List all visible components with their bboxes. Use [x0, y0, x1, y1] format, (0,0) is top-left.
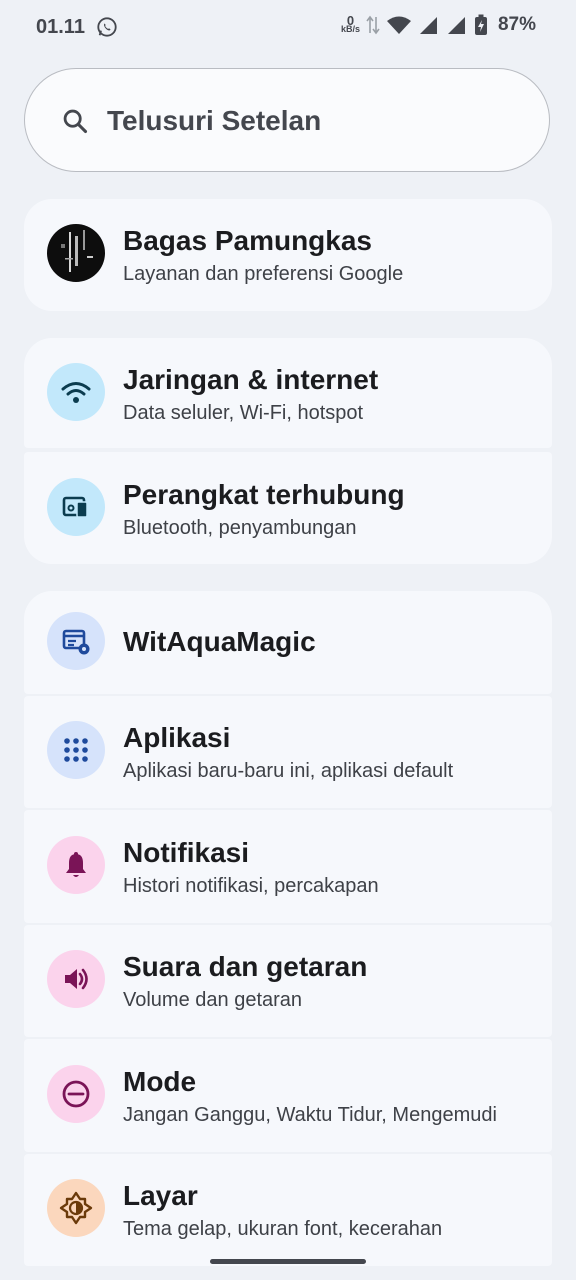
account-name: Bagas Pamungkas	[123, 225, 372, 256]
settings-item-subtitle: Histori notifikasi, percakapan	[123, 875, 379, 897]
speaker-icon	[47, 950, 105, 1008]
settings-item-display[interactable]: Layar Tema gelap, ukuran font, kecerahan	[24, 1154, 552, 1266]
devices-icon	[47, 478, 105, 536]
data-arrows-icon	[366, 15, 380, 35]
settings-item-title: Aplikasi	[123, 722, 231, 753]
signal-icon	[419, 17, 437, 34]
net-speed-unit: kB/s	[340, 24, 360, 34]
settings-item-title: Layar	[123, 1180, 198, 1211]
settings-item-title: Notifikasi	[123, 837, 250, 868]
status-bar: 01.11 0 kB/s 87%	[0, 0, 576, 56]
settings-item-mode[interactable]: Mode Jangan Ganggu, Waktu Tidur, Mengemu…	[24, 1039, 552, 1152]
settings-item-subtitle: Jangan Ganggu, Waktu Tidur, Mengemudi	[123, 1104, 497, 1126]
settings-item-apps[interactable]: Aplikasi Aplikasi baru-baru ini, aplikas…	[24, 696, 552, 808]
settings-item-title: Perangkat terhubung	[123, 479, 405, 510]
avatar	[47, 224, 105, 282]
apps-grid-icon	[47, 721, 105, 779]
settings-item-sound[interactable]: Suara dan getaran Volume dan getaran	[24, 925, 552, 1037]
settings-item-title: Jaringan & internet	[123, 364, 379, 395]
battery-icon	[474, 14, 487, 35]
bell-icon	[47, 836, 105, 894]
wifi-icon	[47, 363, 105, 421]
settings-item-subtitle: Bluetooth, penyambungan	[123, 517, 357, 539]
search-icon	[63, 109, 88, 134]
settings-item-witaquamagic[interactable]: WitAquaMagic	[24, 591, 552, 694]
minus-circle-icon	[47, 1065, 105, 1123]
settings-item-title: Suara dan getaran	[123, 951, 368, 982]
search-placeholder: Telusuri Setelan	[107, 105, 322, 136]
settings-item-network[interactable]: Jaringan & internet Data seluler, Wi-Fi,…	[24, 338, 552, 448]
settings-item-subtitle: Volume dan getaran	[123, 989, 303, 1011]
status-time: 01.11	[36, 16, 85, 38]
settings-item-subtitle: Tema gelap, ukuran font, kecerahan	[123, 1218, 443, 1240]
settings-item-subtitle: Aplikasi baru-baru ini, aplikasi default	[123, 760, 454, 782]
wifi-status-icon	[386, 16, 411, 34]
settings-item-connected-devices[interactable]: Perangkat terhubung Bluetooth, penyambun…	[24, 452, 552, 564]
net-speed: 0 kB/s	[340, 14, 360, 34]
settings-item-title: Mode	[123, 1066, 197, 1097]
gesture-nav-handle[interactable]	[210, 1259, 366, 1264]
signal-2-icon	[447, 17, 465, 34]
battery-percent: 87%	[497, 14, 536, 35]
brightness-icon	[47, 1179, 105, 1237]
rom-settings-icon	[47, 612, 105, 670]
settings-item-subtitle: Data seluler, Wi-Fi, hotspot	[123, 402, 364, 424]
account-card[interactable]: Bagas Pamungkas Layanan dan preferensi G…	[24, 199, 552, 311]
account-subtitle: Layanan dan preferensi Google	[123, 263, 404, 285]
settings-item-title: WitAquaMagic	[123, 626, 316, 657]
settings-item-notifications[interactable]: Notifikasi Histori notifikasi, percakapa…	[24, 810, 552, 923]
search-bar[interactable]: Telusuri Setelan	[24, 68, 550, 172]
whatsapp-icon	[97, 17, 117, 37]
